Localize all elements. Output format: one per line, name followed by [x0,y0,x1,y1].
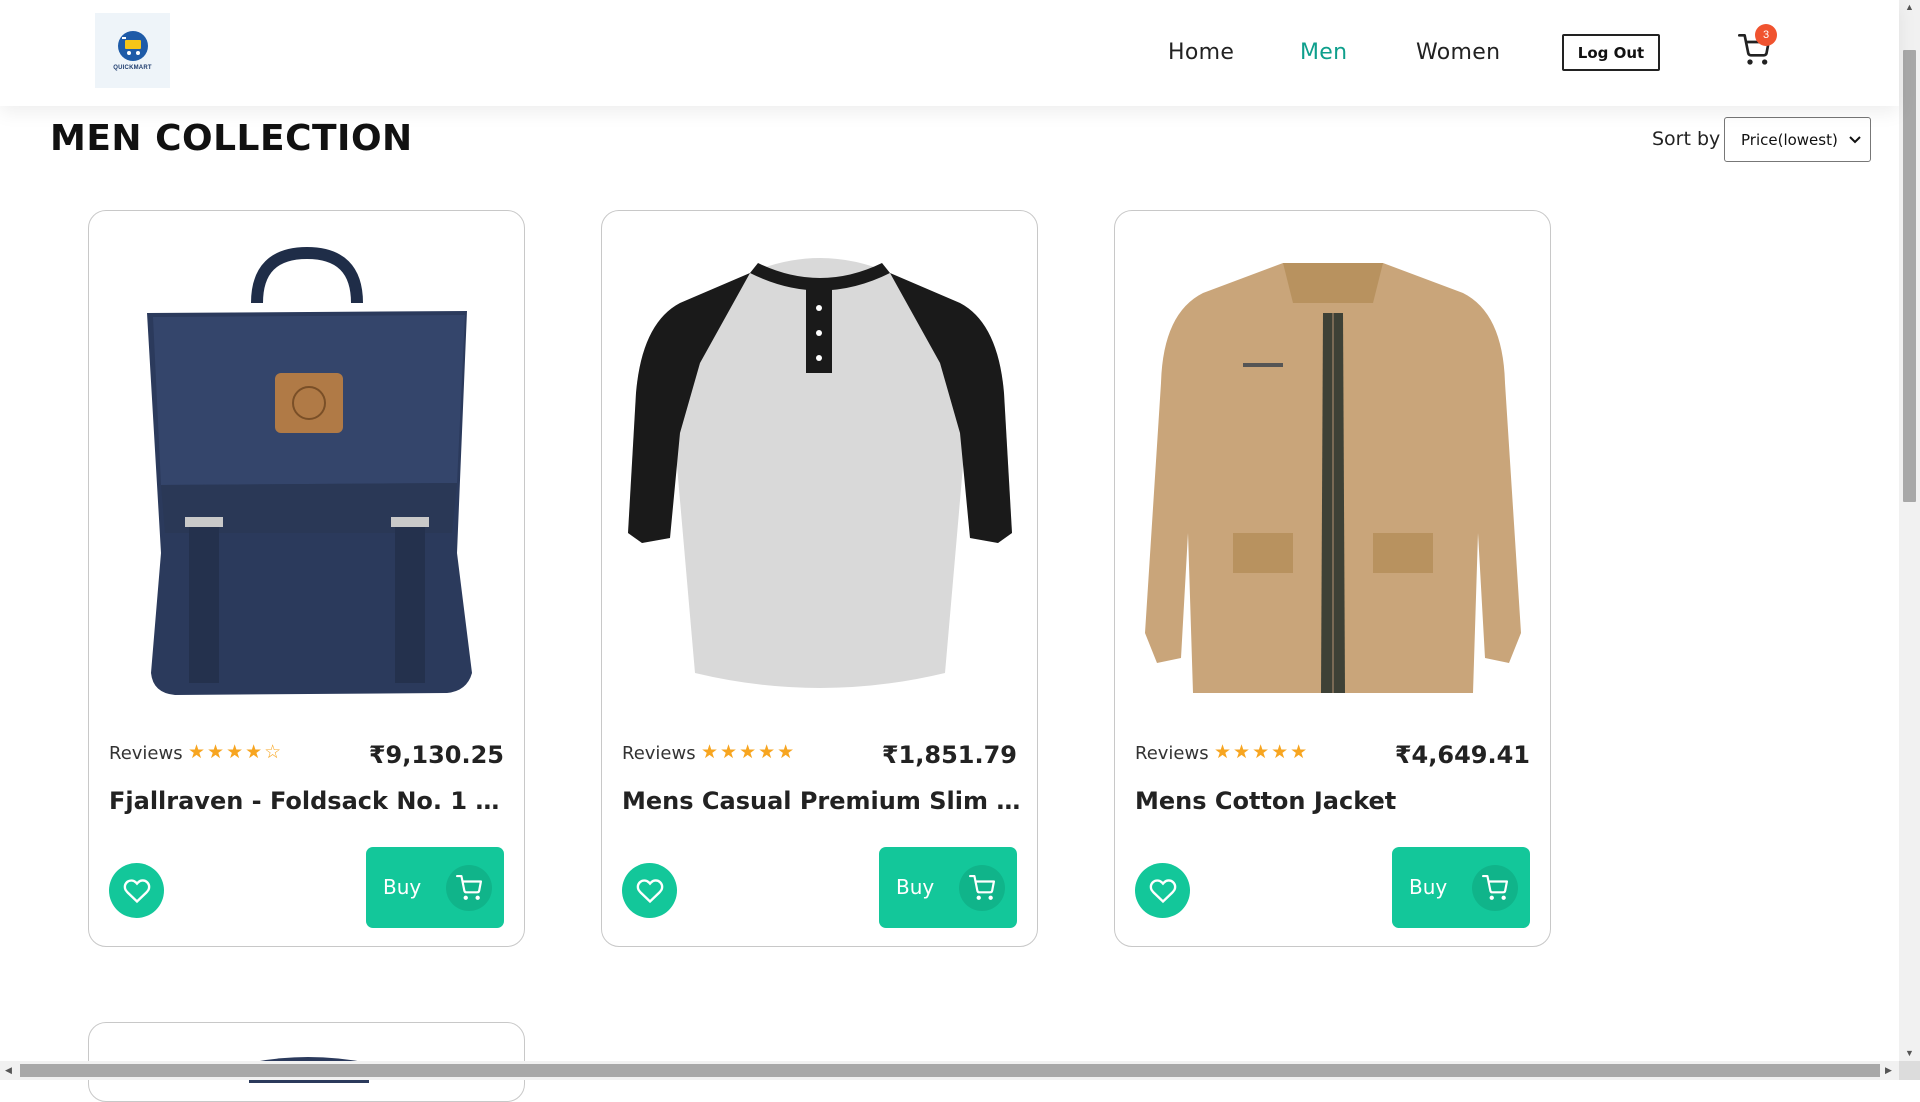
product-card: Reviews ★★★★★ ₹4,649.41 Mens Cotton Jack… [1114,210,1551,947]
product-price: ₹4,649.41 [1394,741,1530,769]
reviews-label: Reviews [1135,743,1209,764]
scroll-up-arrow-icon[interactable]: ▲ [1905,2,1914,12]
sort-selected-value: Price(lowest) [1741,130,1838,149]
nav-home-link[interactable]: Home [1168,40,1234,65]
sort-select[interactable]: Price(lowest) [1724,117,1871,162]
buy-button[interactable]: Buy [879,847,1017,928]
scroll-down-arrow-icon[interactable]: ▼ [1905,1048,1914,1058]
top-navbar: QUICKMART Home Men Women Log Out 3 [0,0,1899,106]
scroll-right-arrow-icon[interactable]: ▶ [1885,1065,1892,1076]
heart-icon [636,878,663,903]
product-name[interactable]: Mens Casual Premium Slim Fit T-Shirts [622,787,1022,815]
brand-logo-text: QUICKMART [113,64,152,71]
cart-count-badge: 3 [1755,24,1777,46]
favorite-button[interactable] [1135,863,1190,918]
product-price: ₹1,851.79 [881,741,1017,769]
add-to-cart-icon-wrap [1472,865,1518,911]
product-price: ₹9,130.25 [368,741,504,769]
cart-icon [969,875,995,900]
buy-button[interactable]: Buy [1392,847,1530,928]
horizontal-scroll-thumb[interactable] [20,1064,1880,1077]
scroll-left-arrow-icon[interactable]: ◀ [5,1065,12,1076]
nav-women-link[interactable]: Women [1416,40,1500,65]
buy-label: Buy [383,875,422,899]
buy-label: Buy [1409,875,1448,899]
favorite-button[interactable] [622,863,677,918]
heart-icon [123,878,150,903]
product-image[interactable] [620,233,1020,703]
product-name[interactable]: Fjallraven - Foldsack No. 1 Backpack, Fi… [109,787,509,815]
add-to-cart-icon-wrap [959,865,1005,911]
product-image[interactable] [107,233,507,703]
rating-stars: ★★★★☆ [188,742,284,763]
product-image[interactable] [1133,233,1533,703]
cart-icon [1482,875,1508,900]
product-card: Reviews ★★★★☆ ₹9,130.25 Fjallraven - Fol… [88,210,525,947]
reviews-label: Reviews [109,743,183,764]
rating-stars: ★★★★★ [1214,742,1310,763]
reviews-label: Reviews [622,743,696,764]
rating-stars: ★★★★★ [701,742,797,763]
scrollbar-corner [1899,1061,1920,1080]
cart-icon [456,875,482,900]
vertical-scroll-thumb[interactable] [1903,50,1916,502]
favorite-button[interactable] [109,863,164,918]
nav-men-link[interactable]: Men [1300,40,1347,65]
chevron-down-icon [1849,136,1861,144]
page-title: MEN COLLECTION [50,118,413,159]
add-to-cart-icon-wrap [446,865,492,911]
buy-label: Buy [896,875,935,899]
heart-icon [1149,878,1176,903]
buy-button[interactable]: Buy [366,847,504,928]
logout-button[interactable]: Log Out [1562,34,1660,71]
product-card: Reviews ★★★★★ ₹1,851.79 Mens Casual Prem… [601,210,1038,947]
brand-logo[interactable]: QUICKMART [95,13,170,88]
cart-logo-icon [117,30,148,61]
product-name[interactable]: Mens Cotton Jacket [1135,787,1535,815]
sort-label: Sort by [1652,128,1721,150]
